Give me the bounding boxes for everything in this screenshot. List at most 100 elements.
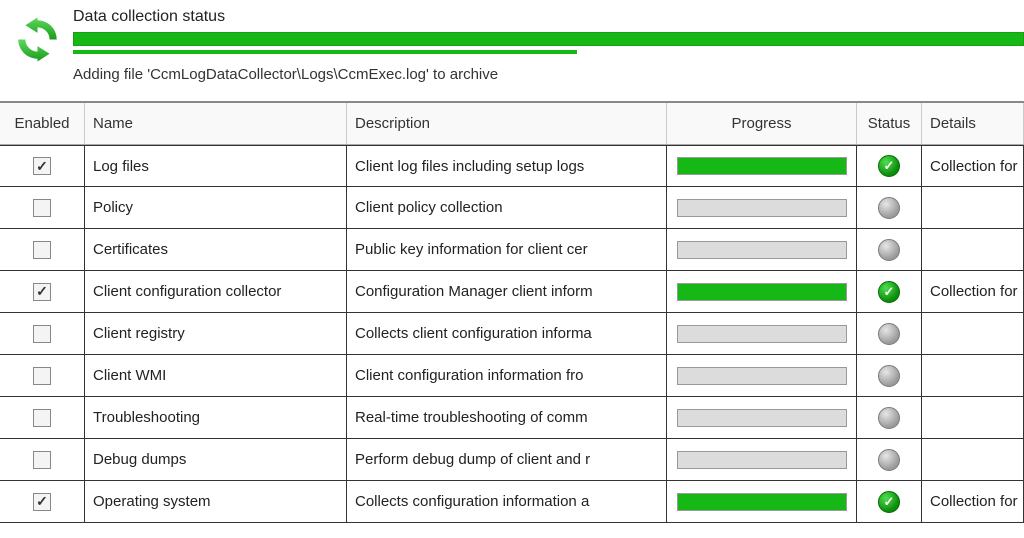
- enabled-checkbox[interactable]: [33, 409, 51, 427]
- cell-progress: [667, 355, 857, 396]
- enabled-checkbox[interactable]: [33, 325, 51, 343]
- table-row[interactable]: Operating systemCollects configuration i…: [0, 481, 1024, 523]
- status-header: Data collection status Adding file 'CcmL…: [0, 0, 1024, 93]
- cell-name: Debug dumps: [85, 439, 347, 480]
- cell-description: Client configuration information fro: [347, 355, 667, 396]
- cell-name: Client WMI: [85, 355, 347, 396]
- enabled-checkbox[interactable]: [33, 199, 51, 217]
- cell-enabled: [0, 229, 85, 270]
- cell-description: Collects configuration information a: [347, 481, 667, 522]
- table-row[interactable]: Log filesClient log files including setu…: [0, 145, 1024, 187]
- page-title: Data collection status: [73, 8, 1024, 26]
- status-idle-icon: [878, 239, 900, 261]
- table-row[interactable]: Client registryCollects client configura…: [0, 313, 1024, 355]
- cell-status: [857, 229, 922, 270]
- cell-description: Real-time troubleshooting of comm: [347, 397, 667, 438]
- cell-enabled: [0, 355, 85, 396]
- col-description[interactable]: Description: [347, 103, 667, 144]
- cell-details: Collection for: [922, 481, 1024, 522]
- overall-progress-bar: [73, 32, 1024, 46]
- row-progress-bar: [677, 409, 847, 427]
- cell-enabled: [0, 271, 85, 312]
- cell-details: [922, 313, 1024, 354]
- enabled-checkbox[interactable]: [33, 367, 51, 385]
- enabled-checkbox[interactable]: [33, 157, 51, 175]
- cell-details: [922, 439, 1024, 480]
- refresh-icon: [10, 12, 65, 67]
- enabled-checkbox[interactable]: [33, 493, 51, 511]
- cell-enabled: [0, 313, 85, 354]
- cell-details: [922, 229, 1024, 270]
- cell-status: [857, 313, 922, 354]
- cell-progress: [667, 397, 857, 438]
- collector-table: Enabled Name Description Progress Status…: [0, 101, 1024, 523]
- row-progress-bar: [677, 451, 847, 469]
- cell-status: [857, 439, 922, 480]
- cell-status: [857, 355, 922, 396]
- secondary-progress-bar: [73, 50, 577, 54]
- table-row[interactable]: PolicyClient policy collection: [0, 187, 1024, 229]
- cell-progress: [667, 439, 857, 480]
- enabled-checkbox[interactable]: [33, 451, 51, 469]
- cell-progress: [667, 146, 857, 186]
- cell-details: [922, 355, 1024, 396]
- sub-status-text: Adding file 'CcmLogDataCollector\Logs\Cc…: [73, 66, 1024, 83]
- cell-description: Client log files including setup logs: [347, 146, 667, 186]
- row-progress-bar: [677, 325, 847, 343]
- cell-description: Client policy collection: [347, 187, 667, 228]
- row-progress-fill: [678, 494, 846, 510]
- cell-progress: [667, 229, 857, 270]
- cell-enabled: [0, 439, 85, 480]
- cell-name: Troubleshooting: [85, 397, 347, 438]
- col-progress[interactable]: Progress: [667, 103, 857, 144]
- enabled-checkbox[interactable]: [33, 283, 51, 301]
- cell-progress: [667, 313, 857, 354]
- cell-enabled: [0, 397, 85, 438]
- row-progress-bar: [677, 493, 847, 511]
- table-row[interactable]: Client configuration collectorConfigurat…: [0, 271, 1024, 313]
- status-idle-icon: [878, 197, 900, 219]
- cell-name: Policy: [85, 187, 347, 228]
- cell-name: Log files: [85, 146, 347, 186]
- table-row[interactable]: CertificatesPublic key information for c…: [0, 229, 1024, 271]
- enabled-checkbox[interactable]: [33, 241, 51, 259]
- cell-progress: [667, 481, 857, 522]
- table-row[interactable]: Debug dumpsPerform debug dump of client …: [0, 439, 1024, 481]
- cell-status: [857, 187, 922, 228]
- col-details[interactable]: Details: [922, 103, 1024, 144]
- cell-name: Certificates: [85, 229, 347, 270]
- status-idle-icon: [878, 407, 900, 429]
- row-progress-bar: [677, 241, 847, 259]
- table-header: Enabled Name Description Progress Status…: [0, 103, 1024, 145]
- status-idle-icon: [878, 323, 900, 345]
- cell-details: Collection for: [922, 146, 1024, 186]
- cell-details: [922, 187, 1024, 228]
- status-idle-icon: [878, 449, 900, 471]
- cell-details: Collection for: [922, 271, 1024, 312]
- row-progress-bar: [677, 199, 847, 217]
- row-progress-fill: [678, 158, 846, 174]
- table-row[interactable]: Client WMIClient configuration informati…: [0, 355, 1024, 397]
- table-row[interactable]: TroubleshootingReal-time troubleshooting…: [0, 397, 1024, 439]
- col-status[interactable]: Status: [857, 103, 922, 144]
- col-enabled[interactable]: Enabled: [0, 103, 85, 144]
- row-progress-fill: [678, 284, 846, 300]
- row-progress-bar: [677, 367, 847, 385]
- cell-description: Perform debug dump of client and r: [347, 439, 667, 480]
- cell-name: Client registry: [85, 313, 347, 354]
- status-idle-icon: [878, 365, 900, 387]
- status-ok-icon: [878, 491, 900, 513]
- cell-progress: [667, 271, 857, 312]
- row-progress-bar: [677, 157, 847, 175]
- cell-description: Collects client configuration informa: [347, 313, 667, 354]
- col-name[interactable]: Name: [85, 103, 347, 144]
- cell-enabled: [0, 146, 85, 186]
- cell-name: Client configuration collector: [85, 271, 347, 312]
- status-ok-icon: [878, 155, 900, 177]
- cell-progress: [667, 187, 857, 228]
- cell-status: [857, 397, 922, 438]
- cell-details: [922, 397, 1024, 438]
- cell-description: Public key information for client cer: [347, 229, 667, 270]
- cell-status: [857, 271, 922, 312]
- cell-description: Configuration Manager client inform: [347, 271, 667, 312]
